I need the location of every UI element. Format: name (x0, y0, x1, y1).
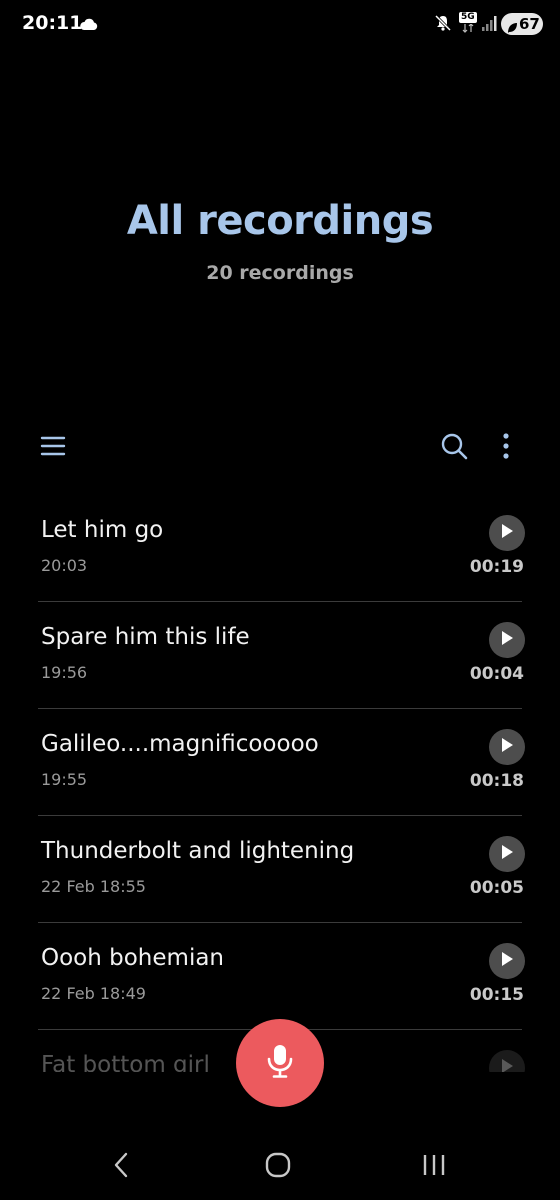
mute-icon (434, 14, 452, 36)
network-label: 5G (459, 12, 477, 23)
recording-time: 22 Feb 18:55 (41, 877, 146, 896)
recording-time: 20:03 (41, 556, 88, 575)
menu-button[interactable] (33, 428, 73, 468)
recording-duration: 00:04 (469, 664, 524, 684)
more-options-button[interactable] (486, 428, 526, 468)
search-icon (440, 432, 468, 464)
recording-title: Spare him this life (41, 624, 250, 650)
recording-item[interactable]: Oooh bohemian 22 Feb 18:49 00:15 (0, 923, 560, 1030)
network-5g-icon: 5G (459, 12, 479, 34)
back-button[interactable] (99, 1145, 143, 1189)
play-button[interactable] (489, 729, 525, 765)
microphone-icon (265, 1043, 295, 1083)
search-button[interactable] (434, 428, 474, 468)
recents-icon (422, 1153, 446, 1181)
recording-duration: 00:05 (469, 878, 524, 898)
recording-item[interactable]: Spare him this life 19:56 00:04 (0, 602, 560, 709)
recording-duration: 00:15 (469, 985, 524, 1005)
back-icon (113, 1152, 129, 1182)
recording-item[interactable]: Let him go 20:03 00:19 (0, 495, 560, 602)
recording-title: Let him go (41, 517, 164, 543)
recording-duration: 00:18 (469, 771, 524, 791)
play-icon (500, 737, 514, 757)
recents-button[interactable] (412, 1145, 456, 1189)
menu-icon (40, 435, 66, 461)
battery-level: 67 (519, 15, 540, 33)
play-button[interactable] (489, 515, 525, 551)
play-icon (500, 630, 514, 650)
signal-icon (482, 14, 498, 36)
recordings-list: Let him go 20:03 00:19 Spare him this li… (0, 495, 560, 1072)
recording-title: Galileo....magnificooooo (41, 731, 319, 757)
recording-title: Oooh bohemian (41, 945, 225, 971)
status-bar: 20:11 5G 67 (0, 0, 560, 50)
recording-duration: 00:19 (469, 557, 524, 577)
status-time: 20:11 (22, 12, 83, 34)
play-icon (500, 1058, 514, 1072)
recording-item[interactable]: Galileo....magnificooooo 19:55 00:18 (0, 709, 560, 816)
page-title: All recordings (126, 198, 434, 244)
recording-time: 22 Feb 18:49 (41, 984, 146, 1003)
play-button[interactable] (489, 943, 525, 979)
home-icon (265, 1152, 291, 1182)
play-icon (500, 844, 514, 864)
record-button[interactable] (236, 1019, 324, 1107)
play-icon (500, 951, 514, 971)
recording-title: Fat bottom girl (41, 1052, 210, 1072)
recording-time: 19:56 (41, 663, 88, 682)
recording-title: Thunderbolt and lightening (41, 838, 355, 864)
play-button[interactable] (489, 1050, 525, 1072)
play-button[interactable] (489, 836, 525, 872)
recording-time: 19:55 (41, 770, 88, 789)
cloud-icon (80, 15, 98, 34)
play-icon (500, 523, 514, 543)
battery-icon: 67 (501, 13, 543, 35)
recording-item[interactable]: Thunderbolt and lightening 22 Feb 18:55 … (0, 816, 560, 923)
recordings-count: 20 recordings (206, 262, 354, 284)
power-saving-leaf-icon (507, 18, 518, 40)
home-button[interactable] (256, 1145, 300, 1189)
more-options-icon (502, 433, 510, 463)
play-button[interactable] (489, 622, 525, 658)
